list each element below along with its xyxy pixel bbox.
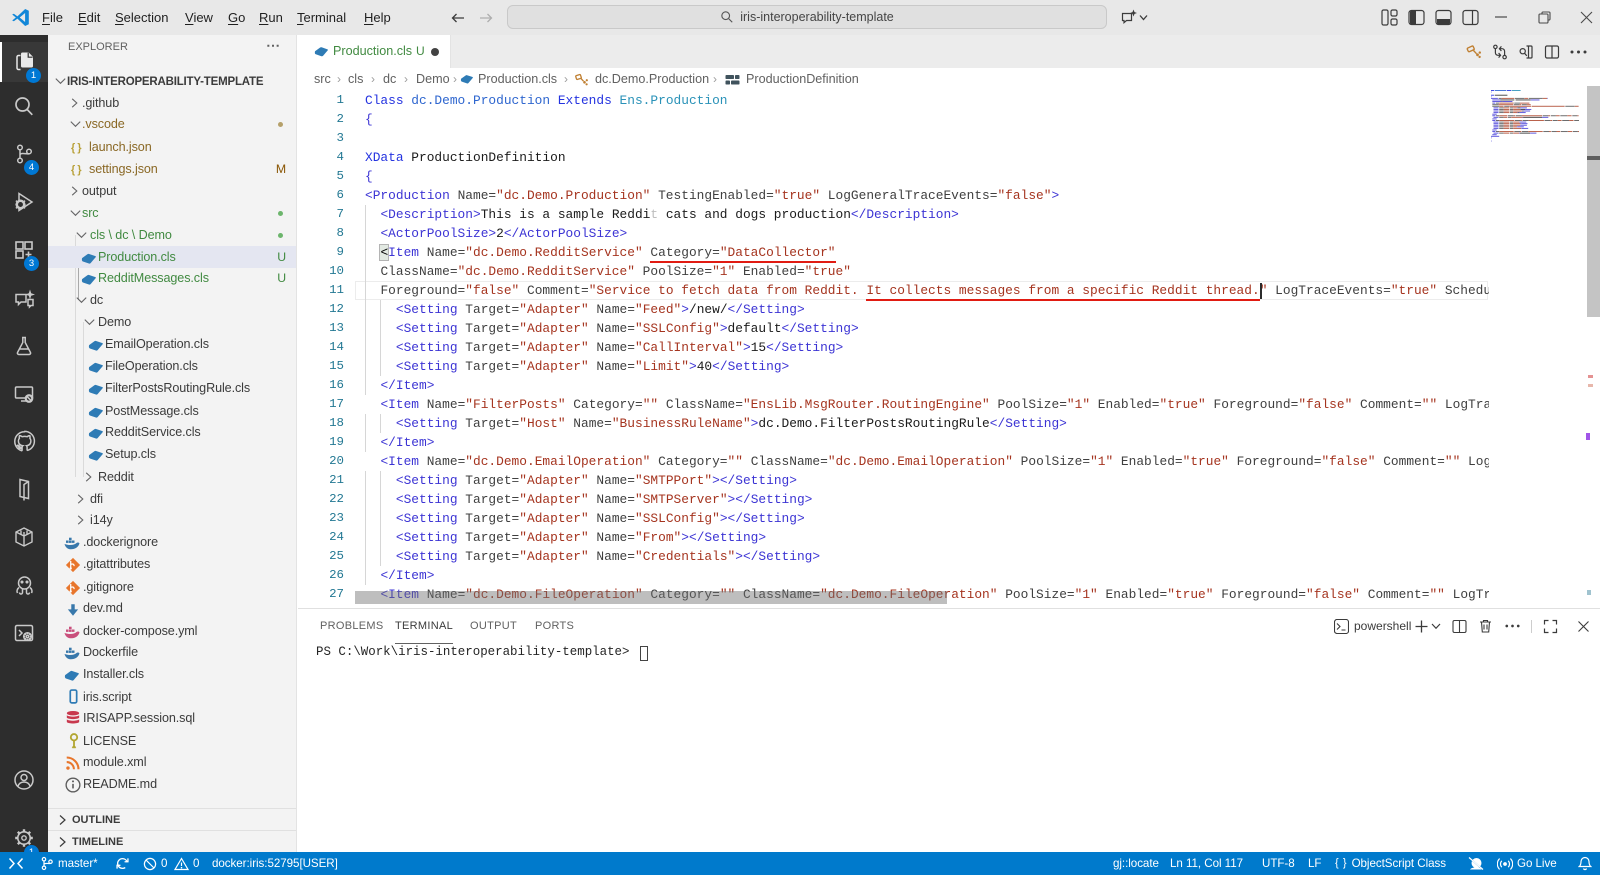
svg-text:{: {: [71, 142, 75, 154]
svg-text:{: {: [71, 164, 75, 176]
svg-text:}: }: [77, 142, 81, 154]
svg-text:}: }: [77, 164, 81, 176]
